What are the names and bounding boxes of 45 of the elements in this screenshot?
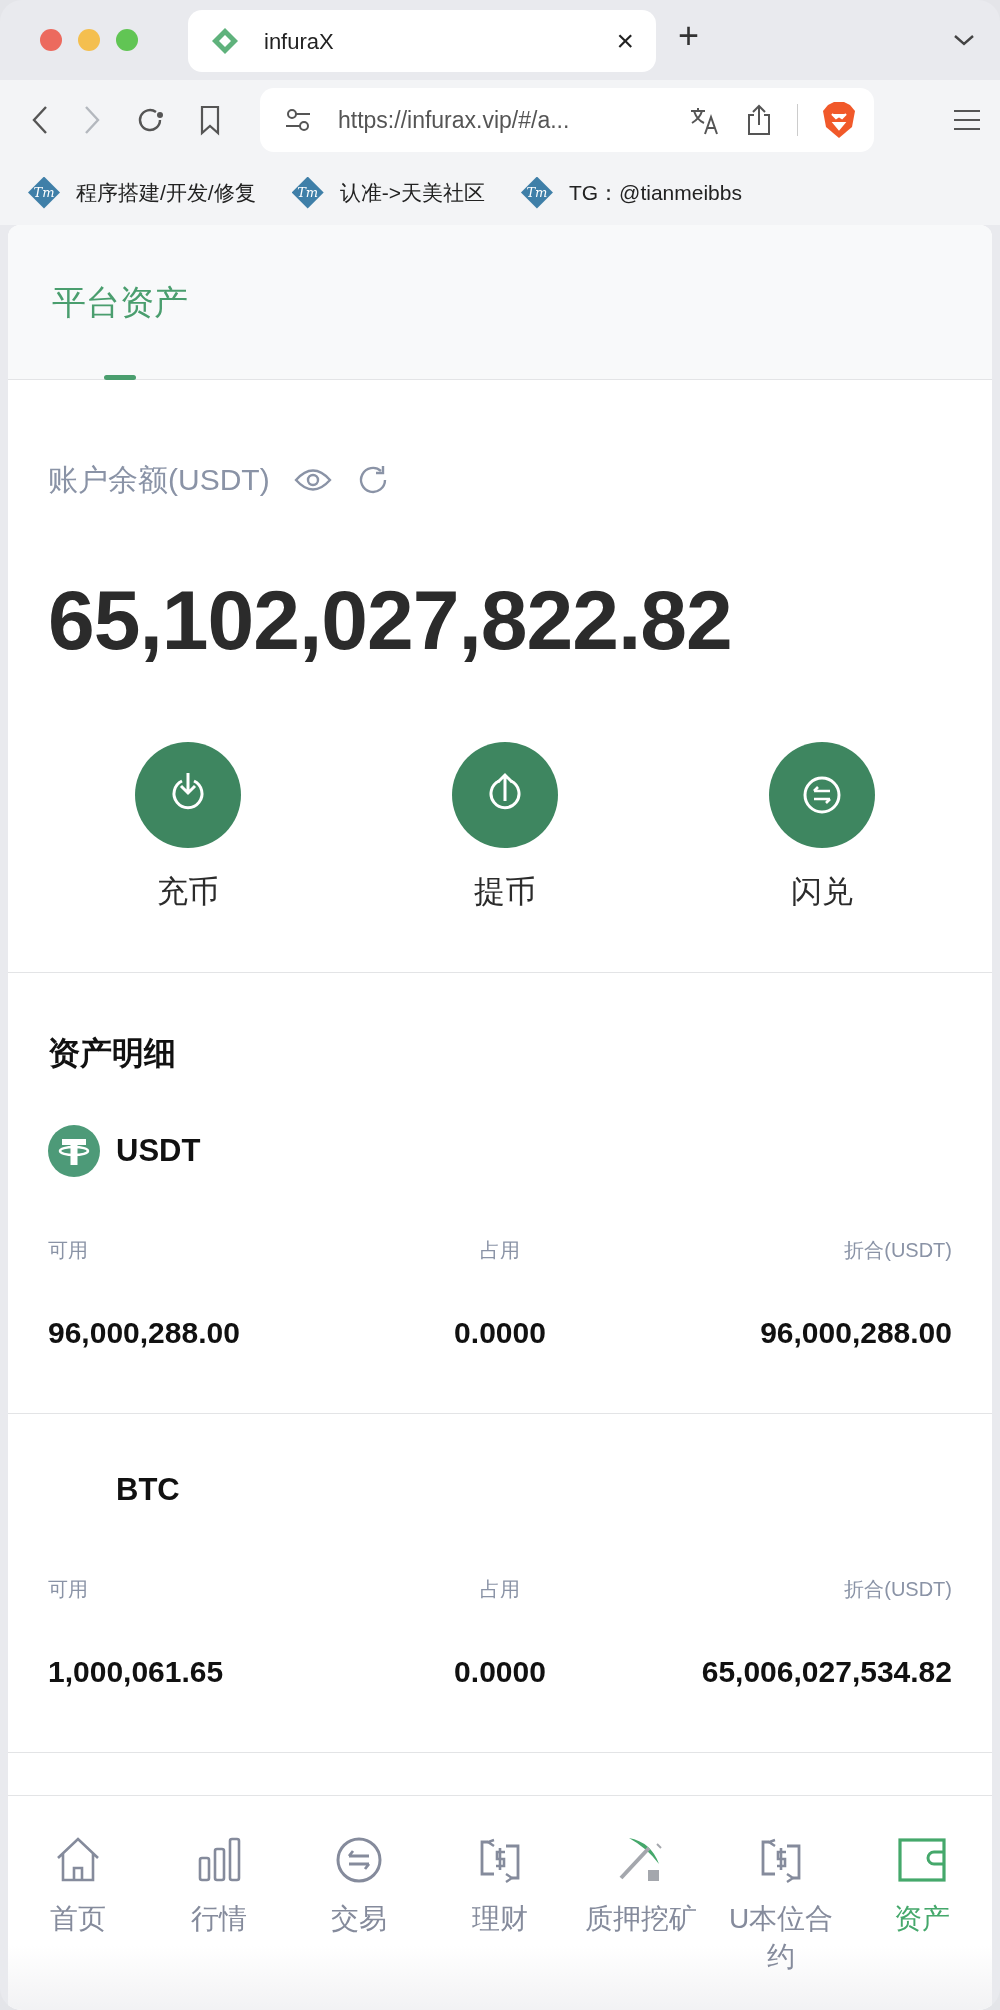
column-label: 占用 (480, 1577, 520, 1602)
close-window-button[interactable] (40, 29, 62, 51)
amount-value: 65,006,027,534.82 (701, 1654, 952, 1690)
amount-value: 96,000,288.00 (48, 1315, 240, 1351)
action-label: 提币 (474, 873, 536, 911)
bookmark-button[interactable] (198, 104, 222, 136)
action-label: 充币 (157, 873, 219, 911)
browser-tab[interactable]: infuraX × (188, 10, 656, 72)
amount-value: 96,000,288.00 (760, 1315, 952, 1351)
badge-icon: Tm (291, 176, 324, 209)
close-tab-button[interactable]: × (616, 26, 634, 56)
share-icon[interactable] (745, 103, 773, 137)
new-tab-button[interactable]: + (678, 18, 700, 54)
column-label: 折合(USDT) (844, 1238, 952, 1263)
column-label: 可用 (48, 1577, 88, 1602)
balance-amount: 65,102,027,822.82 (47, 572, 733, 669)
tab-title: infuraX (264, 27, 335, 56)
bookmark-link[interactable]: Tm TG：@tianmeibbs (520, 176, 742, 209)
badge-icon: Tm (28, 176, 60, 209)
column-label: 折合(USDT) (844, 1577, 952, 1602)
address-bar[interactable]: https://infurax.vip/#/a... (260, 88, 874, 152)
action-label: 闪兑 (791, 873, 853, 911)
action-button[interactable]: 提币 (405, 742, 605, 912)
amount-value: 0.0000 (454, 1315, 546, 1351)
amount-value: 0.0000 (454, 1654, 546, 1690)
action-button[interactable]: 闪兑 (722, 742, 922, 912)
action-button[interactable]: 充币 (88, 742, 288, 912)
eye-icon[interactable] (293, 467, 332, 493)
diamond-logo-icon (210, 26, 240, 56)
url-text: https://infurax.vip/#/a... (338, 105, 571, 135)
coin-symbol: BTC (116, 1470, 180, 1509)
bookmark-link[interactable]: Tm 程序搭建/开发/修复 (28, 176, 256, 209)
coin-symbol: USDT (116, 1131, 201, 1170)
menu-icon[interactable] (952, 108, 982, 132)
balance-label: 账户余额(USDT) (47, 462, 270, 498)
sliders-icon[interactable] (284, 106, 312, 134)
badge-icon: Tm (520, 176, 553, 209)
coin-icon (48, 1125, 100, 1177)
lion-shield-icon[interactable] (822, 101, 856, 139)
back-button[interactable] (30, 104, 50, 136)
column-label: 可用 (48, 1238, 88, 1263)
bookmark-link[interactable]: Tm 认准->天美社区 (291, 176, 485, 209)
section-title: 资产明细 (47, 1034, 177, 1073)
amount-value: 1,000,061.65 (48, 1654, 224, 1690)
column-label: 占用 (480, 1238, 520, 1263)
